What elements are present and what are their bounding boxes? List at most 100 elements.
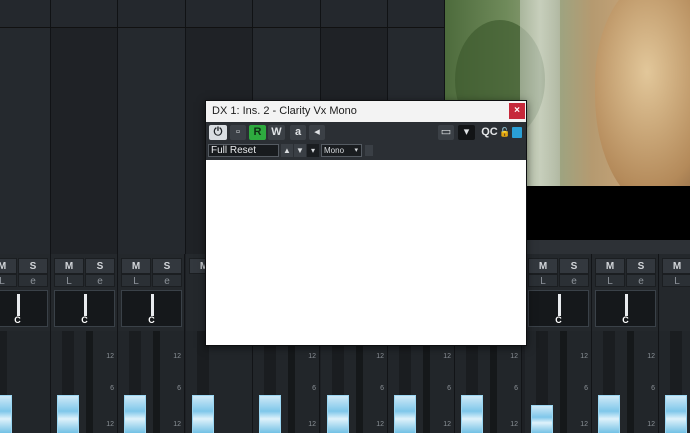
ab-compare-button[interactable]: a [290, 125, 306, 140]
fader-track[interactable] [259, 331, 281, 433]
fader-handle[interactable] [259, 395, 281, 433]
solo-button[interactable]: S [152, 258, 182, 274]
fader-handle[interactable] [327, 395, 349, 433]
power-icon[interactable]: ⏻ [209, 125, 227, 140]
pan-control[interactable]: C [121, 290, 182, 327]
fader-track[interactable] [394, 331, 416, 433]
fader-area: 12 6 12 [253, 331, 319, 433]
pan-label: C [148, 315, 155, 325]
camera-icon[interactable]: ▭ [438, 125, 454, 140]
fader-track[interactable] [0, 331, 12, 433]
fader-handle[interactable] [124, 395, 146, 433]
fader-area [0, 331, 50, 433]
fader-track[interactable] [665, 331, 687, 433]
track-strip[interactable] [321, 0, 388, 28]
listen-button[interactable]: L [528, 274, 558, 287]
preset-name-field[interactable]: Full Reset [208, 144, 279, 157]
write-automation-button[interactable]: W [268, 125, 285, 140]
fader-track[interactable] [598, 331, 620, 433]
mute-button[interactable]: M [0, 258, 17, 274]
fader-track[interactable] [531, 331, 553, 433]
bypass-icon[interactable]: ▫ [230, 125, 246, 140]
mixer-channel: M S L e C 12 6 12 [592, 254, 659, 433]
edit-button[interactable]: e [18, 274, 48, 287]
side-chain-toggle[interactable] [365, 145, 373, 156]
track-strip[interactable] [388, 0, 445, 28]
fader-handle[interactable] [598, 395, 620, 433]
fader-area: 12 6 12 [525, 331, 591, 433]
plugin-window: DX 1: Ins. 2 - Clarity Vx Mono × ⏻ ▫ R W… [205, 100, 527, 346]
close-icon[interactable]: × [509, 103, 525, 119]
fader-scale: 12 6 12 [173, 353, 181, 428]
mute-button[interactable]: M [121, 258, 151, 274]
track-strip[interactable] [0, 0, 51, 28]
pan-label: C [14, 315, 21, 325]
listen-button[interactable]: L [595, 274, 625, 287]
track-strip[interactable] [253, 0, 321, 28]
window-color-swatch[interactable] [512, 127, 522, 138]
mute-button[interactable]: M [54, 258, 84, 274]
fader-area: 12 6 12 [118, 331, 184, 433]
listen-button[interactable]: L [121, 274, 151, 287]
fader-handle[interactable] [531, 405, 553, 433]
fader-handle[interactable] [0, 395, 12, 433]
pan-control[interactable]: C [595, 290, 656, 327]
fader-handle[interactable] [394, 395, 416, 433]
fader-track[interactable] [461, 331, 483, 433]
track-strip[interactable] [51, 0, 118, 28]
video-letterbox [525, 186, 690, 240]
pan-indicator [151, 294, 154, 316]
fader-scale: 12 6 12 [443, 353, 451, 428]
listen-button[interactable]: L [662, 274, 690, 287]
track-strip[interactable] [186, 0, 253, 28]
read-automation-button[interactable]: R [249, 125, 266, 140]
chevron-up-icon[interactable]: ▲ [281, 144, 293, 157]
fader-scale: 12 6 12 [376, 353, 384, 428]
pan-label: C [622, 315, 629, 325]
fader-handle[interactable] [57, 395, 79, 433]
listen-button[interactable]: L [0, 274, 17, 287]
track-strip[interactable] [118, 0, 186, 28]
level-meter [356, 331, 363, 433]
solo-button[interactable]: S [626, 258, 656, 274]
pan-control[interactable]: C [54, 290, 115, 327]
edit-button[interactable]: e [559, 274, 589, 287]
mute-button[interactable]: M [528, 258, 558, 274]
mute-button[interactable]: M [662, 258, 690, 274]
fader-handle[interactable] [461, 395, 483, 433]
preset-menu-button[interactable]: ▾ [307, 144, 319, 157]
chevron-down-icon[interactable]: ▼ [294, 144, 306, 157]
functions-dropdown[interactable]: ▾ [458, 125, 475, 140]
level-meter [490, 331, 497, 433]
level-meter [560, 331, 567, 433]
listen-button[interactable]: L [54, 274, 84, 287]
solo-button[interactable]: S [85, 258, 115, 274]
fader-handle[interactable] [665, 395, 687, 433]
fader-area: 12 6 12 [455, 331, 521, 433]
fader-track[interactable] [327, 331, 349, 433]
level-meter [627, 331, 634, 433]
edit-button[interactable]: e [626, 274, 656, 287]
quick-controls-button[interactable]: QC [481, 125, 498, 140]
edit-button[interactable]: e [152, 274, 182, 287]
solo-button[interactable]: S [18, 258, 48, 274]
fader-scale: 12 6 12 [580, 353, 588, 428]
pan-control[interactable]: C [0, 290, 48, 327]
fader-track[interactable] [124, 331, 146, 433]
plugin-titlebar[interactable]: DX 1: Ins. 2 - Clarity Vx Mono × [206, 101, 526, 122]
mute-button[interactable]: M [595, 258, 625, 274]
pan-control[interactable]: C [528, 290, 589, 327]
solo-button[interactable]: S [559, 258, 589, 274]
fader-track[interactable] [192, 331, 214, 433]
lock-icon[interactable]: 🔓 [499, 125, 510, 140]
edit-button[interactable]: e [85, 274, 115, 287]
mixer-channel: M S L e C 12 6 12 [118, 254, 185, 433]
arrow-left-icon[interactable]: ◂ [309, 125, 325, 140]
pan-indicator [84, 294, 87, 316]
plugin-editor-area[interactable] [206, 160, 526, 345]
level-meter [288, 331, 295, 433]
video-subject [595, 0, 690, 186]
channel-mode-select[interactable]: Mono ▾ [321, 144, 362, 157]
fader-handle[interactable] [192, 395, 214, 433]
fader-track[interactable] [57, 331, 79, 433]
